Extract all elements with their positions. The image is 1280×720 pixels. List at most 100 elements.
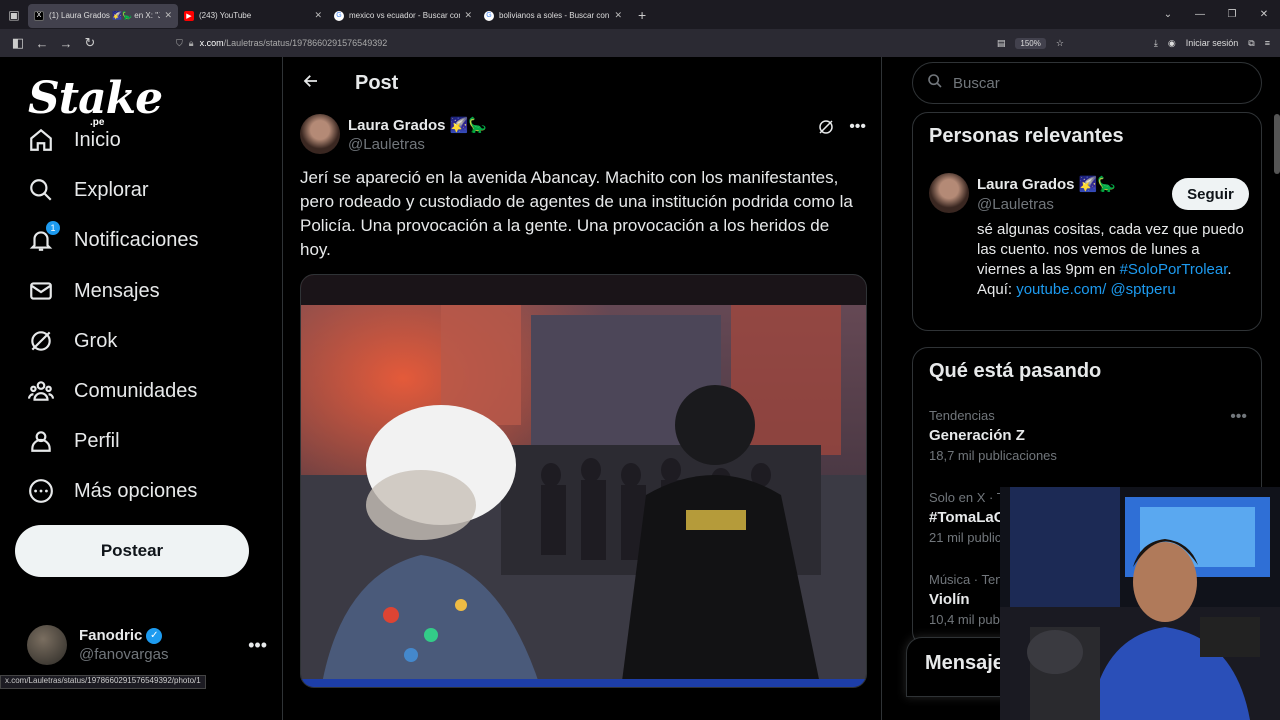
account-switcher[interactable]: Fanodric ✓ @fanovargas ••• xyxy=(27,623,267,667)
nav-label: Inicio xyxy=(74,128,121,151)
tweet-header: Laura Grados 🌠🦕 @Lauletras ••• xyxy=(300,112,866,156)
nav-label: Más opciones xyxy=(74,479,198,502)
close-tab-icon[interactable]: ✕ xyxy=(164,10,172,21)
search-box[interactable] xyxy=(912,62,1262,104)
sidebar-toggle-icon[interactable]: ◧ xyxy=(6,35,30,51)
bookmark-star-icon[interactable]: ☆ xyxy=(1056,38,1064,49)
account-handle: @fanovargas xyxy=(79,646,169,663)
main-header: Post xyxy=(283,57,883,110)
google-icon: G xyxy=(334,10,344,21)
restore-icon[interactable]: ❐ xyxy=(1216,9,1248,20)
people-icon xyxy=(28,378,54,404)
search-input[interactable] xyxy=(953,74,1233,92)
signin-button[interactable]: Iniciar sesión xyxy=(1186,38,1239,48)
search-icon xyxy=(927,73,943,93)
extensions-icon[interactable]: ⧉ xyxy=(1248,38,1254,49)
close-tab-icon[interactable]: ✕ xyxy=(464,10,472,21)
post-button[interactable]: Postear xyxy=(15,525,249,577)
nav-label: Grok xyxy=(74,329,118,352)
lock-icon: 🔒︎ xyxy=(188,37,194,48)
nav-item-notificaciones[interactable]: 1 Notificaciones xyxy=(28,220,199,260)
back-arrow-icon[interactable] xyxy=(283,72,339,95)
avatar[interactable] xyxy=(300,114,340,154)
download-icon[interactable]: ⤓ xyxy=(1154,38,1158,49)
trend-item[interactable]: Tendencias Generación Z 18,7 mil publica… xyxy=(929,408,1247,463)
nav-item-mas-opciones[interactable]: Más opciones xyxy=(28,471,197,511)
protest-photo-image xyxy=(301,275,866,687)
url-host: x.com xyxy=(199,38,224,48)
scrollbar[interactable] xyxy=(1274,114,1280,174)
tab-title: mexico vs ecuador - Buscar con xyxy=(349,11,461,20)
youtube-icon: ▶ xyxy=(184,10,194,21)
home-icon xyxy=(28,127,54,153)
trend-meta: Tendencias xyxy=(929,408,995,423)
left-navigation: Stake .pe Inicio Explorar 1 Notificacion… xyxy=(0,57,282,720)
google-icon: G xyxy=(484,10,494,21)
tab-list-icon[interactable]: ▣ xyxy=(0,0,28,29)
zoom-level[interactable]: 150% xyxy=(1015,37,1046,49)
reload-icon[interactable]: ↻ xyxy=(78,35,102,51)
tweet-actions: ••• xyxy=(817,118,866,141)
x-icon: X xyxy=(34,10,44,21)
nav-item-grok[interactable]: Grok xyxy=(28,321,117,361)
close-tab-icon[interactable]: ✕ xyxy=(314,10,322,21)
tweet-author-handle[interactable]: @Lauletras xyxy=(348,136,487,153)
main-column: Post Laura Grados 🌠🦕 @Lauletras ••• Jerí… xyxy=(282,57,882,720)
status-url-tooltip: x.com/Lauletras/status/19786602915765493… xyxy=(0,675,206,689)
more-dots-icon[interactable]: ••• xyxy=(248,635,267,656)
nav-label: Explorar xyxy=(74,178,149,201)
more-dots-icon[interactable]: ••• xyxy=(849,118,866,141)
panel-title: Qué está pasando xyxy=(929,360,1102,382)
more-dots-icon[interactable]: ••• xyxy=(1230,408,1247,426)
nav-label: Notificaciones xyxy=(74,228,199,251)
relevant-user-name[interactable]: Laura Grados 🌠🦕 xyxy=(977,175,1116,193)
forward-arrow-icon[interactable]: → xyxy=(54,36,78,51)
grok-icon xyxy=(28,328,54,354)
trend-count: 18,7 mil publicaciones xyxy=(929,448,1057,463)
grok-icon[interactable] xyxy=(817,118,835,141)
account-icon[interactable]: ◉ xyxy=(1168,38,1176,49)
bio-mention-link[interactable]: @sptperu xyxy=(1110,281,1175,298)
browser-tab[interactable]: ▶ (243) YouTube ✕ xyxy=(178,4,328,28)
reader-view-icon[interactable]: ▤ xyxy=(997,38,1006,49)
nav-label: Mensajes xyxy=(74,279,160,302)
browser-tab[interactable]: G mexico vs ecuador - Buscar con ✕ xyxy=(328,4,478,28)
nav-item-mensajes[interactable]: Mensajes xyxy=(28,271,160,311)
webcam-image xyxy=(1000,487,1280,720)
relevant-user-bio: sé algunas cositas, cada vez que puedo l… xyxy=(977,220,1249,300)
back-arrow-icon[interactable]: ← xyxy=(30,36,54,51)
follow-button[interactable]: Seguir xyxy=(1172,178,1249,210)
relevant-user-handle[interactable]: @Lauletras xyxy=(977,196,1054,213)
bio-hashtag-link[interactable]: #SoloPorTrolear xyxy=(1120,261,1228,278)
verified-badge-icon: ✓ xyxy=(146,627,163,644)
nav-item-explorar[interactable]: Explorar xyxy=(28,170,148,210)
person-icon xyxy=(28,428,54,454)
bio-url-link[interactable]: youtube.com/ xyxy=(1016,281,1106,298)
mail-icon xyxy=(28,278,54,304)
tweet-photo[interactable] xyxy=(300,274,867,688)
browser-toolbar-right: ▤ 150% ☆ ⤓ ◉ Iniciar sesión ⧉ ≡ xyxy=(997,29,1270,57)
close-tab-icon[interactable]: ✕ xyxy=(614,10,622,21)
page-title: Post xyxy=(355,72,399,94)
minimize-icon[interactable]: — xyxy=(1184,9,1216,20)
tab-title: bolivianos a soles - Buscar con xyxy=(499,11,610,20)
bell-icon: 1 xyxy=(28,221,60,253)
browser-tab[interactable]: X (1) Laura Grados 🌠🦕 en X: "J ✕ xyxy=(28,3,178,28)
new-tab-icon[interactable]: + xyxy=(638,7,646,23)
avatar xyxy=(27,625,67,665)
close-window-icon[interactable]: ✕ xyxy=(1248,9,1280,20)
nav-item-inicio[interactable]: Inicio xyxy=(28,120,121,160)
nav-item-comunidades[interactable]: Comunidades xyxy=(28,371,197,411)
notification-badge: 1 xyxy=(46,221,60,235)
account-name: Fanodric xyxy=(79,627,143,644)
chevron-down-icon[interactable]: ⌄ xyxy=(1152,9,1184,20)
nav-label: Comunidades xyxy=(74,379,198,402)
nav-item-perfil[interactable]: Perfil xyxy=(28,421,120,461)
tweet-author-name[interactable]: Laura Grados 🌠🦕 xyxy=(348,116,487,134)
avatar[interactable] xyxy=(929,173,969,213)
url-bar[interactable]: ⛉ 🔒︎ x.com/Lauletras/status/197866029157… xyxy=(176,32,1056,54)
browser-tab[interactable]: G bolivianos a soles - Buscar con ✕ xyxy=(478,4,628,28)
more-circle-icon xyxy=(28,478,54,504)
panel-title: Personas relevantes xyxy=(929,125,1124,147)
menu-icon[interactable]: ≡ xyxy=(1265,38,1270,48)
